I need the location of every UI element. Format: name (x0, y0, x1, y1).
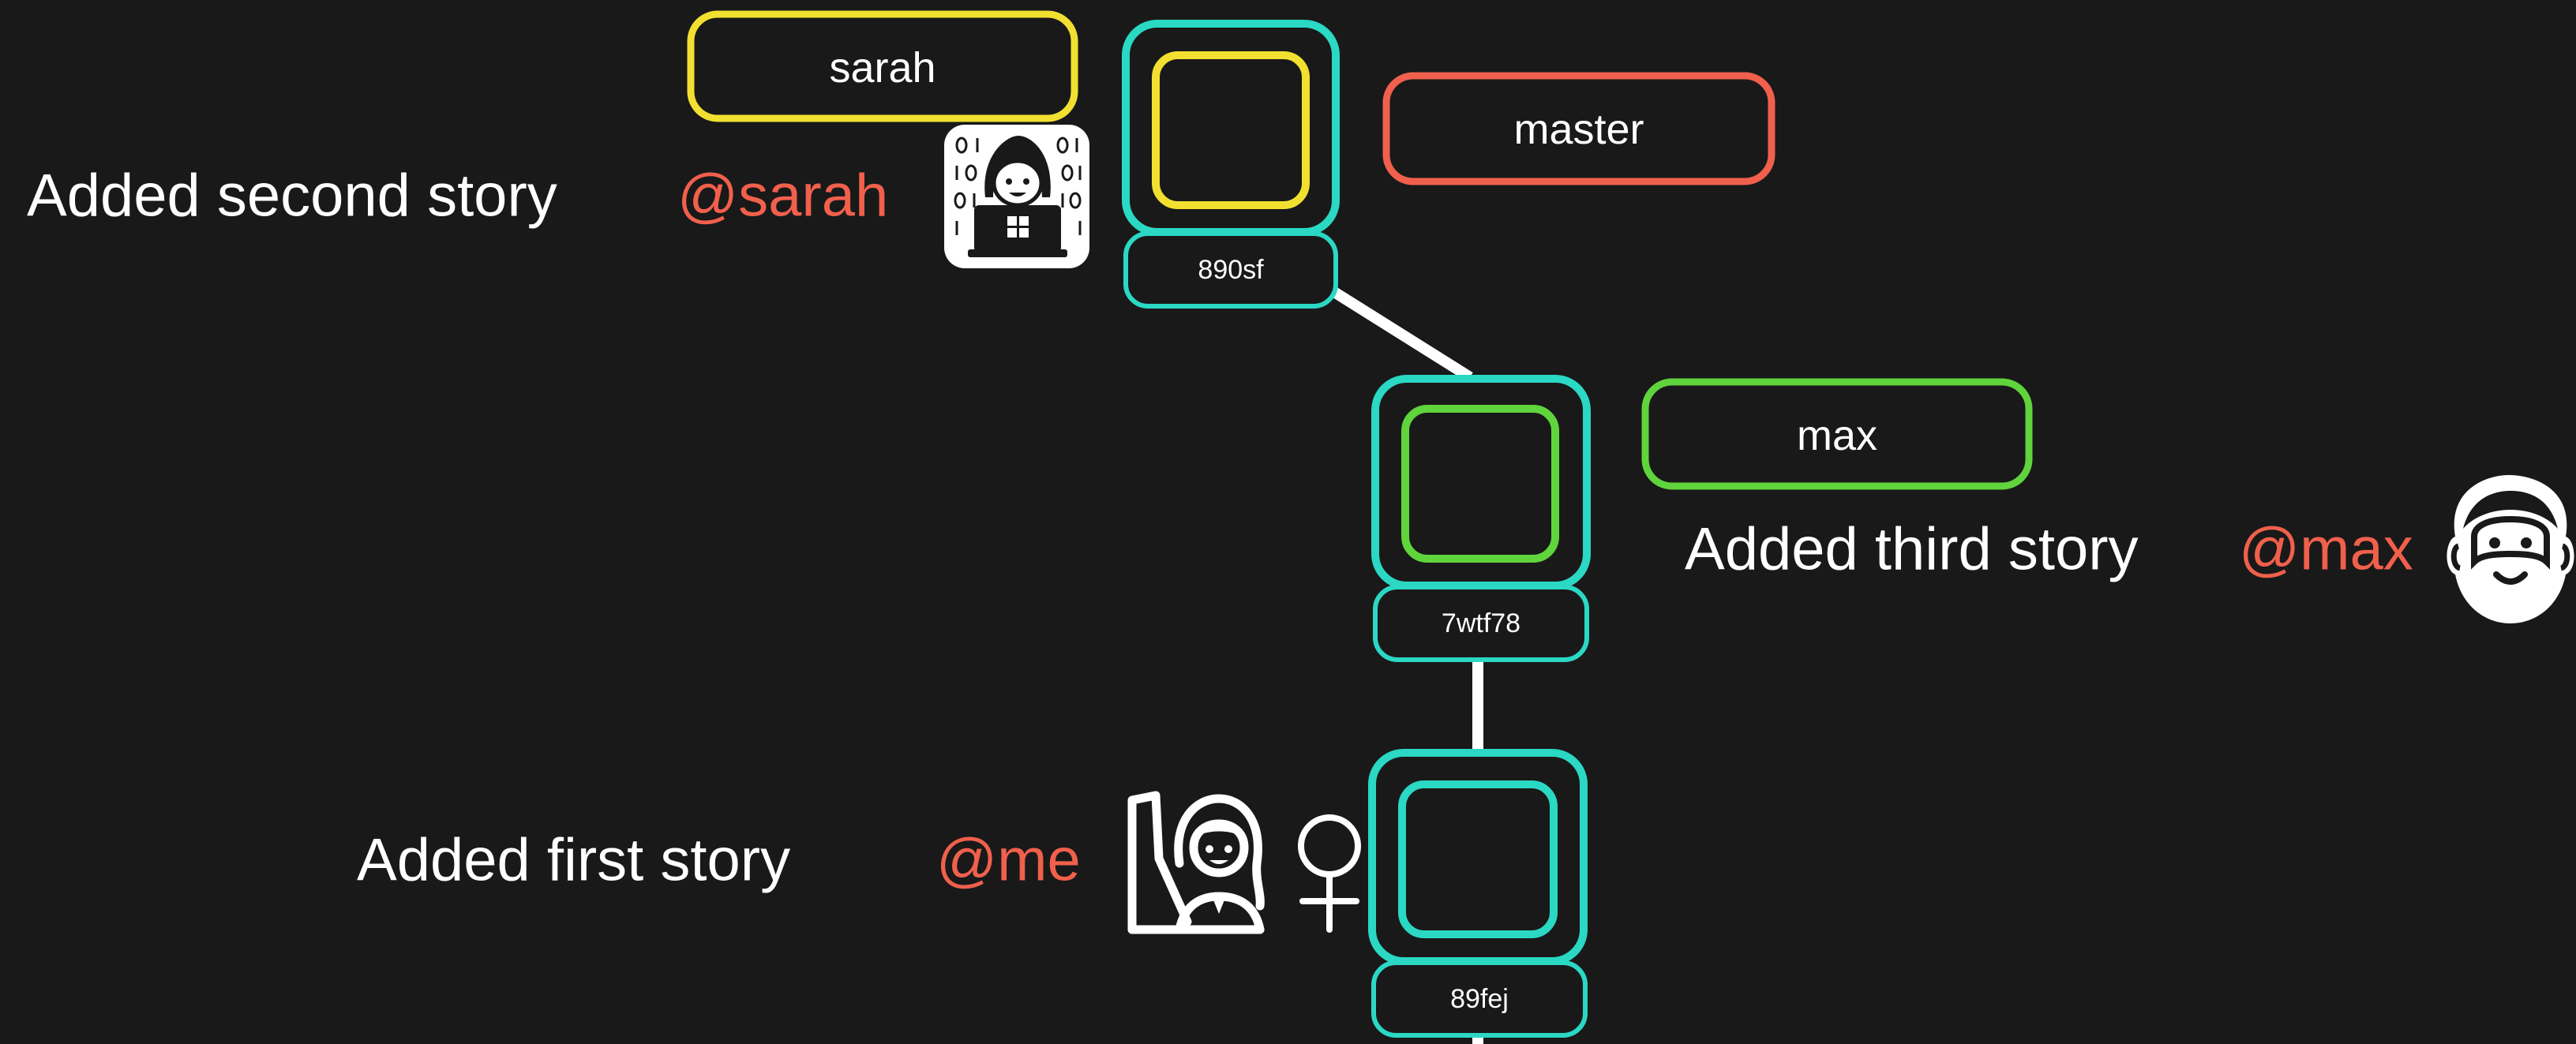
branch-name: max (1797, 412, 1877, 459)
commit-author: @sarah (677, 163, 888, 230)
female-sign-icon (1298, 814, 1361, 933)
commit-hash: 7wtf78 (1442, 608, 1520, 638)
commit-message: Added first story (357, 827, 790, 894)
commit-890sf[interactable]: 890sf (1122, 20, 1340, 309)
branch-name: master (1513, 106, 1644, 153)
commit-author: @max (2239, 516, 2413, 583)
commit-7wtf78[interactable]: 7wtf78 (1371, 375, 1591, 662)
commit-message: Added third story (1685, 516, 2139, 583)
branch-label-sarah[interactable]: sarah (687, 10, 1078, 122)
commit-hash: 89fej (1450, 984, 1509, 1014)
branch-label-master[interactable]: master (1382, 72, 1775, 185)
bearded-man-icon (2447, 475, 2574, 623)
git-history-diagram: 890sf 7wtf78 89fej sarah master max Adde… (27, 10, 2574, 1044)
commit-message: Added second story (27, 163, 557, 230)
commit-author: @me (936, 827, 1081, 894)
branch-label-max[interactable]: max (1641, 378, 2033, 490)
commit-89fej[interactable]: 89fej (1368, 749, 1588, 1038)
commit-hash: 890sf (1198, 255, 1264, 285)
branch-marker-sarah (1152, 51, 1310, 209)
branch-name: sarah (829, 44, 936, 92)
woman-raising-hand-icon (1127, 791, 1265, 934)
inner-commit-box (1398, 780, 1558, 938)
branch-marker-max (1401, 405, 1559, 563)
woman-technologist-icon (944, 125, 1089, 268)
commit-link-890sf-7wtf78 (1331, 287, 1473, 382)
